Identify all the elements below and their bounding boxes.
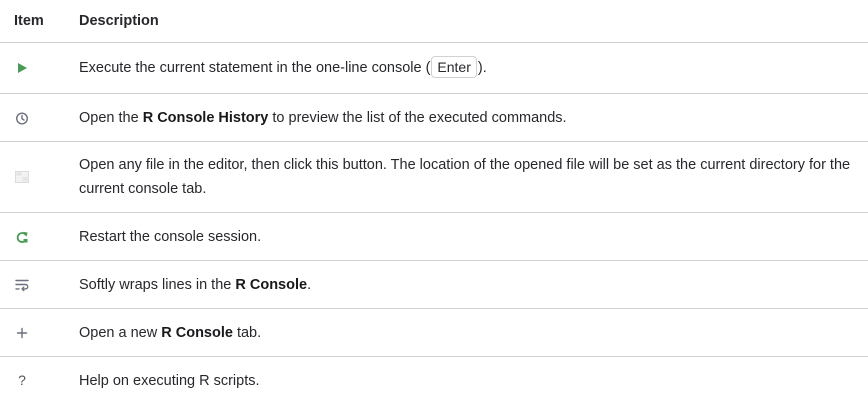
item-cell bbox=[0, 141, 65, 213]
description-text: . bbox=[307, 276, 312, 293]
description-text: Softly wraps lines in the bbox=[79, 276, 236, 293]
description-text: to preview the list of the executed comm… bbox=[268, 109, 567, 126]
question-icon: ? bbox=[18, 372, 26, 388]
emphasis-term: R Console bbox=[235, 276, 308, 293]
description-cell: Open a new R Console tab. bbox=[65, 308, 868, 357]
table-row: ? Help on executing R scripts. bbox=[0, 357, 868, 405]
table-header-row: Item Description bbox=[0, 0, 868, 43]
description-cell: Help on executing R scripts. bbox=[65, 357, 868, 405]
history-clock-icon bbox=[14, 110, 30, 126]
description-text: tab. bbox=[232, 324, 262, 341]
description-text: Open any file in the editor, then click … bbox=[79, 157, 851, 197]
header-item: Item bbox=[0, 0, 65, 43]
item-cell bbox=[0, 93, 65, 142]
item-cell bbox=[0, 308, 65, 357]
item-cell bbox=[0, 260, 65, 309]
emphasis-term: R Console History bbox=[142, 109, 269, 126]
play-icon bbox=[14, 60, 30, 76]
plus-icon bbox=[14, 325, 30, 341]
description-text: Open the bbox=[79, 109, 143, 126]
table-row: Execute the current statement in the one… bbox=[0, 42, 868, 94]
enter-key: Enter bbox=[431, 56, 477, 78]
console-toolbar-table: Item Description Execute the current sta… bbox=[0, 0, 868, 404]
item-cell bbox=[0, 212, 65, 261]
description-text: Restart the console session. bbox=[79, 228, 262, 245]
soft-wrap-icon bbox=[14, 277, 30, 293]
description-cell: Restart the console session. bbox=[65, 212, 868, 261]
table-row: Open any file in the editor, then click … bbox=[0, 141, 868, 213]
table-row: Restart the console session. bbox=[0, 212, 868, 261]
restart-icon bbox=[14, 229, 30, 245]
description-text: ). bbox=[477, 60, 487, 76]
description-text: Help on executing R scripts. bbox=[79, 372, 260, 389]
table-row: Softly wraps lines in the R Console. bbox=[0, 260, 868, 309]
description-cell: Open the R Console History to preview th… bbox=[65, 93, 868, 142]
table-row: Open a new R Console tab. bbox=[0, 308, 868, 357]
item-cell bbox=[0, 42, 65, 94]
description-text: Execute the current statement in the one… bbox=[79, 60, 431, 76]
item-cell: ? bbox=[0, 357, 65, 405]
description-cell: Open any file in the editor, then click … bbox=[65, 141, 868, 213]
description-cell: Softly wraps lines in the R Console. bbox=[65, 260, 868, 309]
table-row: Open the R Console History to preview th… bbox=[0, 93, 868, 142]
emphasis-term: R Console bbox=[161, 324, 233, 341]
header-description: Description bbox=[65, 0, 868, 43]
description-text: Open a new bbox=[79, 324, 162, 341]
description-cell: Execute the current statement in the one… bbox=[65, 42, 868, 94]
window-icon bbox=[14, 169, 30, 185]
